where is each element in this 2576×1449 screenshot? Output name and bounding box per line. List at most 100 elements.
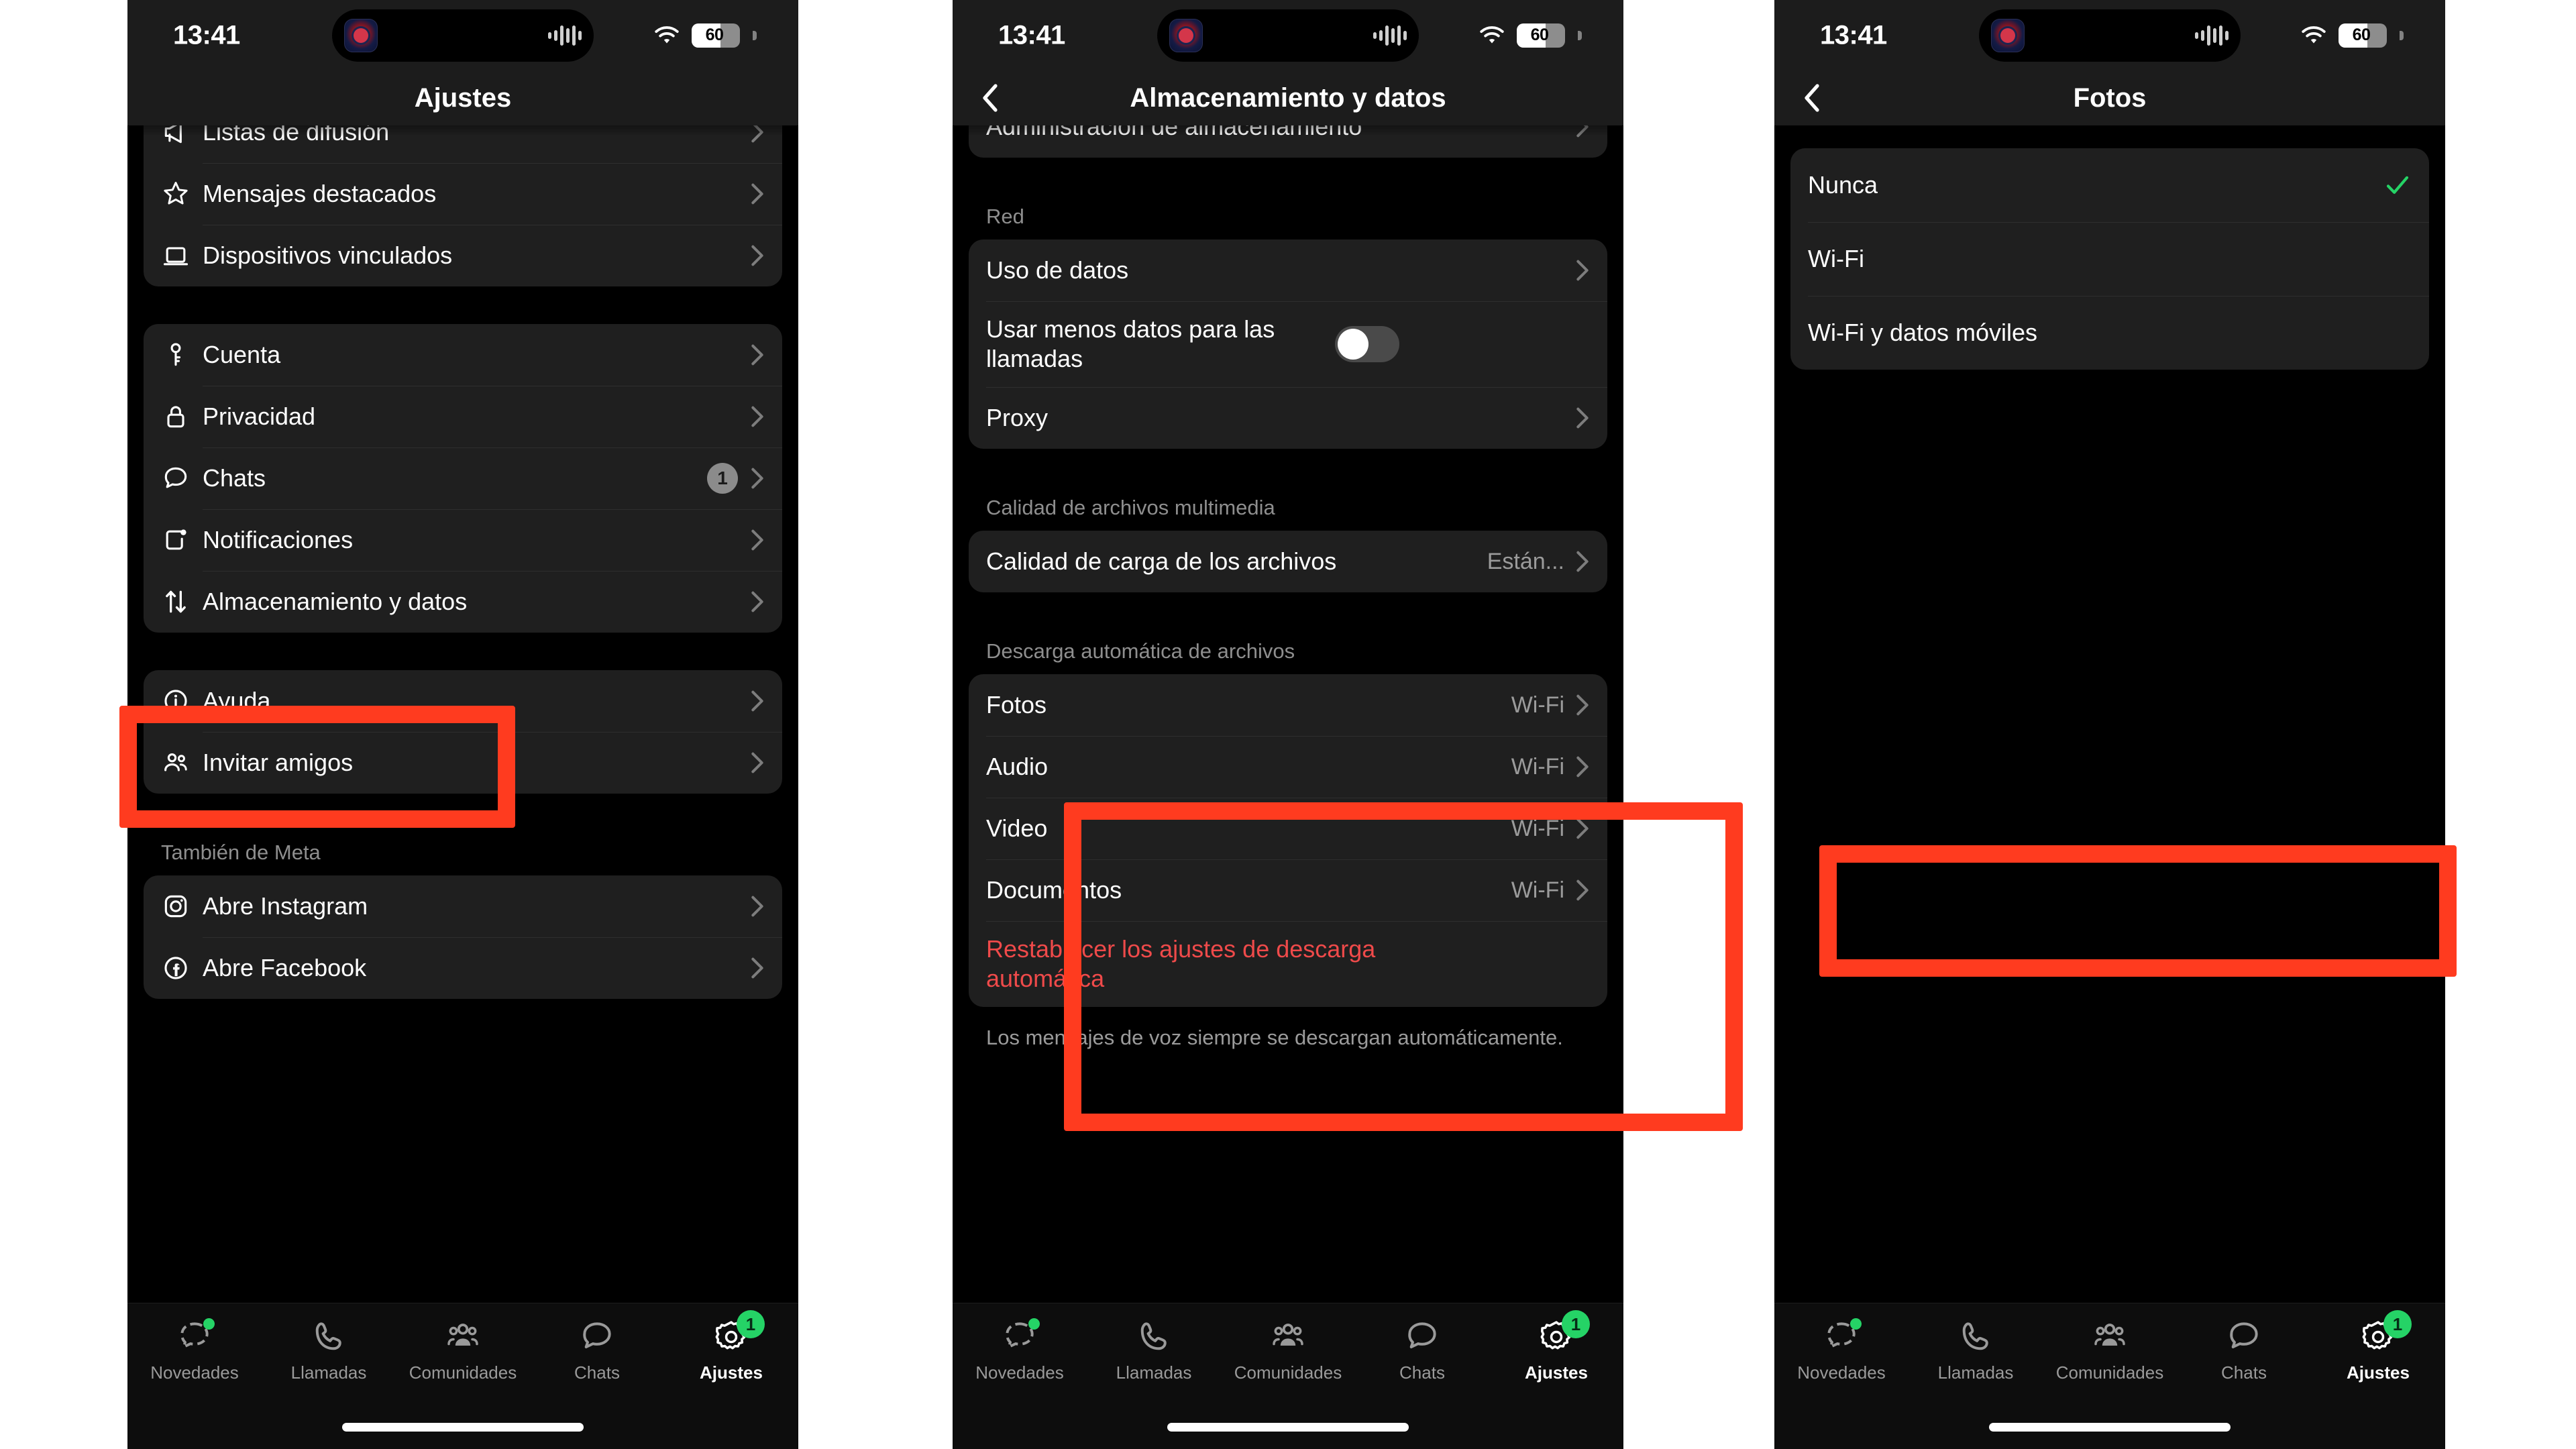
status-right: 60 — [1478, 23, 1582, 48]
home-indicator — [1989, 1423, 2231, 1432]
chevron-right-icon — [750, 467, 765, 490]
option-wifi[interactable]: Wi-Fi — [1790, 222, 2429, 296]
unread-dot — [1028, 1318, 1040, 1330]
row-restablecer-descarga-automatica[interactable]: Restablecer los ajustes de descarga auto… — [969, 921, 1607, 1007]
tab-label: Novedades — [975, 1362, 1064, 1383]
battery-indicator: 60 — [2339, 23, 2387, 48]
wifi-icon — [655, 25, 679, 44]
tab-label: Llamadas — [1116, 1362, 1192, 1383]
tab-ajustes[interactable]: 1 Ajustes — [664, 1310, 798, 1383]
row-label: Proxy — [986, 404, 1049, 432]
tab-bar-1[interactable]: Novedades Llamadas Comunidades Chats 1 A… — [127, 1303, 798, 1449]
tab-novedades[interactable]: Novedades — [953, 1317, 1087, 1383]
settings-scroll-2[interactable]: Administración de almacenamiento Red Uso… — [953, 125, 1623, 1303]
sidebar-item-ayuda[interactable]: Ayuda — [144, 670, 782, 732]
app-icon — [344, 19, 378, 52]
option-nunca[interactable]: Nunca — [1790, 148, 2429, 222]
tab-ajustes[interactable]: 1 Ajustes — [1489, 1310, 1623, 1383]
tab-chats[interactable]: Chats — [1355, 1317, 1489, 1383]
sidebar-item-almacenamiento-y-datos[interactable]: Almacenamiento y datos — [144, 571, 782, 633]
dynamic-island[interactable] — [332, 9, 594, 62]
tab-label: Chats — [1399, 1362, 1445, 1383]
row-audio[interactable]: Audio Wi-Fi — [969, 736, 1607, 798]
status-bar: 13:41 60 — [127, 0, 798, 70]
row-usar-menos-datos-llamadas[interactable]: Usar menos datos para las llamadas — [969, 301, 1607, 387]
row-value: Wi-Fi — [1511, 877, 1564, 903]
phone-icon — [1957, 1317, 1994, 1357]
tab-chats[interactable]: Chats — [2177, 1317, 2311, 1383]
chat-bubble-icon — [1403, 1317, 1441, 1357]
tab-comunidades[interactable]: Comunidades — [1221, 1317, 1355, 1383]
row-label: Chats — [203, 464, 266, 492]
tab-bar-2[interactable]: Novedades Llamadas Comunidades Chats 1 A… — [953, 1303, 1623, 1449]
battery-indicator: 60 — [692, 23, 740, 48]
chat-bubble-icon — [161, 464, 203, 493]
battery-cap — [1578, 30, 1582, 40]
row-label: Invitar amigos — [203, 749, 354, 777]
row-proxy[interactable]: Proxy — [969, 387, 1607, 449]
tab-llamadas[interactable]: Llamadas — [1087, 1317, 1221, 1383]
chevron-right-icon — [1575, 755, 1590, 778]
tab-label: Ajustes — [1525, 1362, 1588, 1383]
tab-llamadas[interactable]: Llamadas — [262, 1317, 396, 1383]
row-label: Video — [986, 814, 1048, 843]
wifi-icon — [2302, 25, 2326, 44]
tab-chats[interactable]: Chats — [530, 1317, 664, 1383]
row-documentos[interactable]: Documentos Wi-Fi — [969, 859, 1607, 921]
tab-comunidades[interactable]: Comunidades — [2043, 1317, 2177, 1383]
dynamic-island[interactable] — [1979, 9, 2241, 62]
tab-ajustes[interactable]: 1 Ajustes — [2311, 1310, 2445, 1383]
lock-icon — [161, 402, 203, 431]
sidebar-item-listas-difusion[interactable]: Listas de difusión — [144, 125, 782, 163]
instagram-icon — [161, 892, 203, 921]
sidebar-item-abre-instagram[interactable]: Abre Instagram — [144, 875, 782, 937]
dynamic-island[interactable] — [1157, 9, 1419, 62]
app-icon — [1169, 19, 1203, 52]
check-icon — [2383, 171, 2412, 199]
tab-novedades[interactable]: Novedades — [1774, 1317, 1909, 1383]
row-label: Restablecer los ajustes de descarga auto… — [986, 935, 1376, 992]
battery-level: 60 — [2352, 25, 2371, 44]
row-fotos[interactable]: Fotos Wi-Fi — [969, 674, 1607, 736]
row-calidad-carga-archivos[interactable]: Calidad de carga de los archivos Están..… — [969, 531, 1607, 592]
row-label: Abre Facebook — [203, 954, 367, 982]
tab-novedades[interactable]: Novedades — [127, 1317, 262, 1383]
sidebar-item-dispositivos-vinculados[interactable]: Dispositivos vinculados — [144, 225, 782, 286]
chevron-right-icon — [1575, 125, 1590, 138]
back-button[interactable] — [977, 83, 1004, 113]
tab-llamadas[interactable]: Llamadas — [1909, 1317, 2043, 1383]
row-value: Están... — [1487, 548, 1564, 574]
back-button[interactable] — [1799, 83, 1825, 113]
sidebar-item-mensajes-destacados[interactable]: Mensajes destacados — [144, 163, 782, 225]
row-label: Notificaciones — [203, 526, 354, 554]
row-uso-de-datos[interactable]: Uso de datos — [969, 239, 1607, 301]
sidebar-item-abre-facebook[interactable]: Abre Facebook — [144, 937, 782, 999]
chevron-right-icon — [750, 957, 765, 979]
usar-menos-datos-toggle[interactable] — [1335, 326, 1399, 362]
sidebar-item-chats[interactable]: Chats 1 — [144, 447, 782, 509]
tab-bar-3[interactable]: Novedades Llamadas Comunidades Chats 1 A… — [1774, 1303, 2445, 1449]
chevron-right-icon — [1575, 817, 1590, 840]
sidebar-item-cuenta[interactable]: Cuenta — [144, 324, 782, 386]
section-header-calidad: Calidad de archivos multimedia — [986, 496, 1275, 519]
row-administracion-almacenamiento[interactable]: Administración de almacenamiento — [969, 125, 1607, 158]
tab-label: Novedades — [150, 1362, 239, 1383]
notification-icon — [161, 525, 203, 555]
sidebar-item-notificaciones[interactable]: Notificaciones — [144, 509, 782, 571]
audio-waveform-icon — [2195, 24, 2229, 47]
chevron-right-icon — [750, 343, 765, 366]
row-video[interactable]: Video Wi-Fi — [969, 798, 1607, 859]
row-value: Wi-Fi — [1511, 692, 1564, 718]
section-header-red: Red — [986, 205, 1024, 228]
battery-level: 60 — [1530, 25, 1549, 44]
sidebar-item-privacidad[interactable]: Privacidad — [144, 386, 782, 447]
chat-bubble-icon — [578, 1317, 616, 1357]
option-wifi-datos-moviles[interactable]: Wi-Fi y datos móviles — [1790, 296, 2429, 370]
gear-icon: 1 — [1538, 1310, 1590, 1357]
screenshot-stage: 13:41 60 Ajustes Listas de difusión Mens… — [0, 0, 2576, 1449]
tab-comunidades[interactable]: Comunidades — [396, 1317, 530, 1383]
tab-label: Comunidades — [2055, 1362, 2164, 1383]
settings-scroll-1[interactable]: Listas de difusión Mensajes destacados D… — [127, 125, 798, 1303]
sidebar-item-invitar-amigos[interactable]: Invitar amigos — [144, 732, 782, 794]
options-scroll-3[interactable]: Nunca Wi-Fi Wi-Fi y datos móviles — [1774, 125, 2445, 1303]
